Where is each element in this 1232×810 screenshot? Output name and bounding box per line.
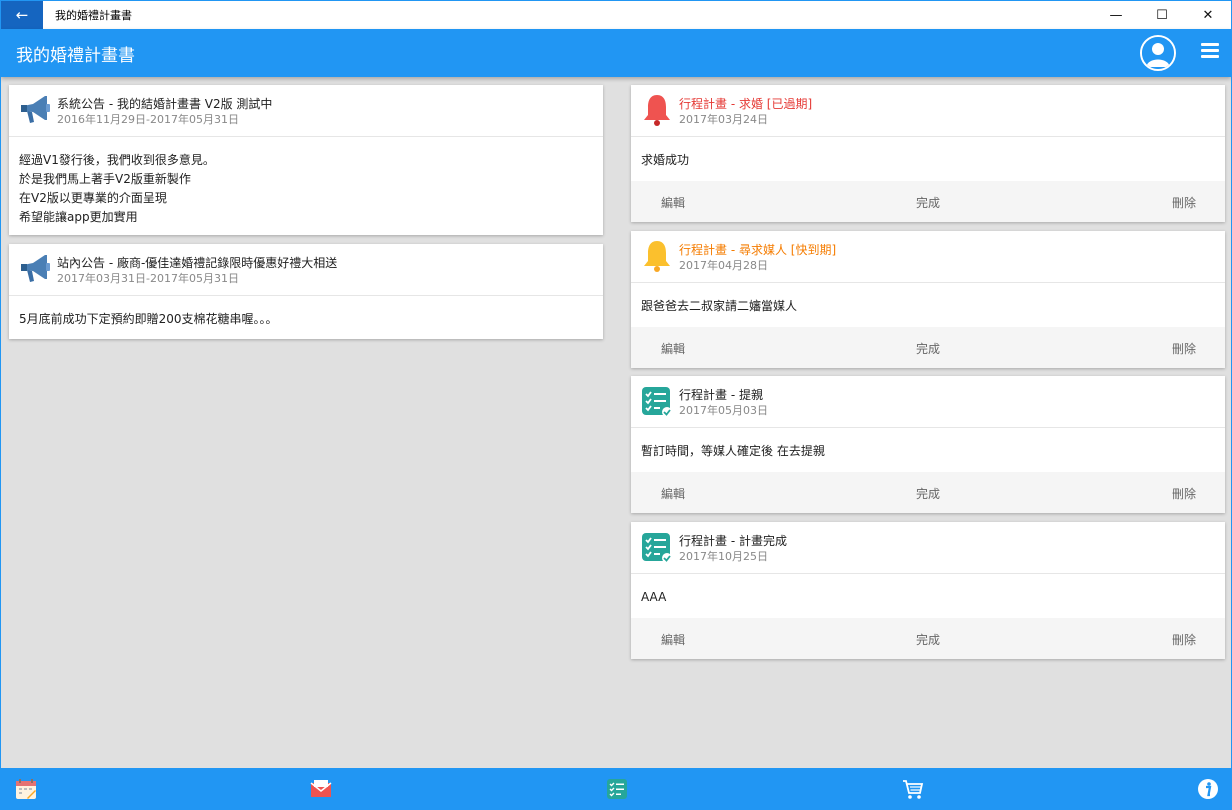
card-header: 系統公告 - 我的結婚計畫書 V2版 測試中 2016年11月29日-2017年… [9,85,603,137]
info-icon [1198,779,1218,799]
hamburger-menu-button[interactable] [1201,43,1219,63]
complete-button[interactable]: 完成 [916,340,940,357]
edit-button[interactable]: 編輯 [661,340,685,357]
megaphone-icon [21,96,50,123]
delete-button[interactable]: 刪除 [1172,631,1196,648]
edit-button[interactable]: 編輯 [661,194,685,211]
shopping-cart-button[interactable] [902,778,924,800]
checklist-button[interactable] [606,778,628,800]
complete-button[interactable]: 完成 [916,194,940,211]
minimize-button[interactable]: — [1093,1,1139,29]
card-actions: 編輯 完成 刪除 [631,327,1225,368]
close-button[interactable]: ✕ [1185,1,1231,29]
edit-button[interactable]: 編輯 [661,485,685,502]
back-button[interactable]: ← [1,1,43,29]
card-header: 站內公告 - 廠商-優佳達婚禮記錄限時優惠好禮大相送 2017年03月31日-2… [9,244,603,296]
card-date: 2017年05月03日 [679,404,768,417]
yellow-bell-icon [644,241,670,272]
complete-button[interactable]: 完成 [916,485,940,502]
complete-button[interactable]: 完成 [916,631,940,648]
user-avatar-button[interactable] [1140,35,1176,71]
card-title: 行程計畫 - 計畫完成 [679,534,787,548]
card-date: 2017年10月25日 [679,550,768,563]
hamburger-menu-icon [1201,43,1219,46]
card-body: 暫訂時間，等媒人確定後 在去提親 [641,444,825,458]
announcement-card: 站內公告 - 廠商-優佳達婚禮記錄限時優惠好禮大相送 2017年03月31日-2… [9,244,603,339]
card-title: 行程計畫 - 求婚 [已過期] [679,97,813,111]
card-header: 行程計畫 - 尋求媒人 [快到期] 2017年04月28日 [631,231,1225,283]
checklist-icon [607,779,627,799]
checklist-icon [642,387,672,417]
schedule-card: 行程計畫 - 提親 2017年05月03日 暫訂時間，等媒人確定後 在去提親 編… [631,376,1225,513]
card-header: 行程計畫 - 求婚 [已過期] 2017年03月24日 [631,85,1225,137]
edit-button[interactable]: 編輯 [661,631,685,648]
maximize-icon: ☐ [1156,7,1168,23]
minimize-icon: — [1109,7,1123,23]
card-date: 2017年03月24日 [679,113,768,126]
page-title: 我的婚禮計畫書 [16,45,135,66]
card-date: 2017年03月31日-2017年05月31日 [57,272,239,285]
card-body: 經過V1發行後，我們收到很多意見。 於是我們馬上著手V2版重新製作 在V2版以更… [9,137,603,241]
card-actions: 編輯 完成 刪除 [631,618,1225,659]
mail-button[interactable] [310,778,332,800]
body-line: 5月底前成功下定預約即贈200支棉花糖串喔。。。 [19,312,278,326]
card-title: 站內公告 - 廠商-優佳達婚禮記錄限時優惠好禮大相送 [57,256,338,270]
body-line: 經過V1發行後，我們收到很多意見。 [19,153,215,167]
delete-button[interactable]: 刪除 [1172,340,1196,357]
calendar-button[interactable] [15,778,37,800]
delete-button[interactable]: 刪除 [1172,485,1196,502]
close-icon: ✕ [1202,7,1214,23]
user-avatar-icon [1142,37,1174,69]
announcement-card: 系統公告 - 我的結婚計畫書 V2版 測試中 2016年11月29日-2017年… [9,85,603,235]
card-date: 2017年04月28日 [679,259,768,272]
window-titlebar: ← 我的婚禮計畫書 — ☐ ✕ [1,1,1231,29]
card-body: 跟爸爸去二叔家請二嬸當媒人 [641,299,798,313]
schedule-card: 行程計畫 - 尋求媒人 [快到期] 2017年04月28日 跟爸爸去二叔家請二嬸… [631,231,1225,368]
card-actions: 編輯 完成 刪除 [631,181,1225,222]
card-actions: 編輯 完成 刪除 [631,472,1225,513]
mail-icon [310,780,332,797]
delete-button[interactable]: 刪除 [1172,194,1196,211]
card-date: 2016年11月29日-2017年05月31日 [57,113,239,126]
maximize-button[interactable]: ☐ [1139,1,1185,29]
info-button[interactable] [1197,778,1219,800]
checklist-icon [642,533,672,563]
app-header: 我的婚禮計畫書 [1,29,1231,77]
card-title: 行程計畫 - 提親 [679,388,763,402]
schedule-card: 行程計畫 - 計畫完成 2017年10月25日 AAA 編輯 完成 刪除 [631,522,1225,659]
megaphone-icon [21,255,50,282]
body-line: 希望能讓app更加實用 [19,210,138,224]
red-bell-icon [644,95,670,126]
calendar-icon [16,779,36,799]
back-arrow-icon: ← [15,6,29,24]
shopping-cart-icon [903,780,924,799]
body-line: 在V2版以更專業的介面呈現 [19,191,167,205]
card-body: 求婚成功 [641,153,690,167]
bottom-navigation [1,768,1231,809]
card-body: 5月底前成功下定預約即贈200支棉花糖串喔。。。 [9,296,603,343]
body-line: 於是我們馬上著手V2版重新製作 [19,172,191,186]
schedule-card: 行程計畫 - 求婚 [已過期] 2017年03月24日 求婚成功 編輯 完成 刪… [631,85,1225,222]
card-header: 行程計畫 - 計畫完成 2017年10月25日 [631,522,1225,574]
card-title: 行程計畫 - 尋求媒人 [快到期] [679,243,837,257]
app-window: ← 我的婚禮計畫書 — ☐ ✕ 我的婚禮計畫書 系統公告 - 我的結婚計畫書 V… [0,0,1232,810]
card-title: 系統公告 - 我的結婚計畫書 V2版 測試中 [57,97,273,111]
card-body: AAA [641,590,667,604]
window-title: 我的婚禮計畫書 [55,9,132,22]
card-header: 行程計畫 - 提親 2017年05月03日 [631,376,1225,428]
window-controls: — ☐ ✕ [1093,1,1231,29]
